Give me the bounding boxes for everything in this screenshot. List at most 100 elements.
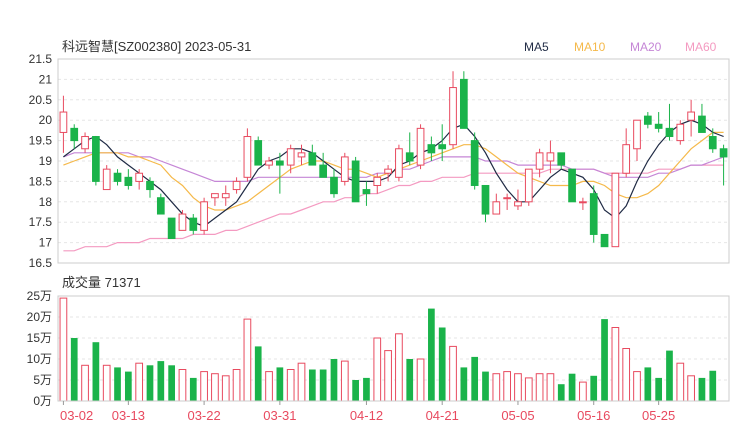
candle xyxy=(384,165,392,182)
volume-y-tick-label: 20万 xyxy=(27,310,52,324)
candle xyxy=(265,156,273,170)
volume-bar xyxy=(200,371,208,402)
candle-body xyxy=(654,123,663,129)
volume-bar xyxy=(81,364,89,402)
volume-y-tick-label: 0万 xyxy=(33,394,52,408)
price-y-tick-label: 20.5 xyxy=(29,93,53,107)
volume-bar xyxy=(232,369,241,402)
candle-body xyxy=(351,160,360,203)
candle-body xyxy=(427,144,436,154)
candle-body xyxy=(189,217,198,231)
volume-bar xyxy=(254,346,262,401)
volume-bar xyxy=(655,377,663,401)
volume-bar xyxy=(535,373,544,402)
volume-bar xyxy=(482,371,489,401)
volume-bar xyxy=(178,369,187,402)
candle xyxy=(135,169,144,190)
candle xyxy=(654,112,663,133)
candle xyxy=(156,193,165,215)
volume-bar xyxy=(59,297,68,402)
candle xyxy=(113,169,122,186)
volume-bar xyxy=(611,327,620,402)
volume-bar xyxy=(363,377,370,401)
volume-bar xyxy=(114,367,121,401)
volume-bar xyxy=(503,371,511,402)
volume-bar xyxy=(189,377,197,401)
price-y-tick-label: 18.5 xyxy=(29,174,53,188)
candle-body xyxy=(687,111,695,121)
candle-body xyxy=(449,87,457,146)
volume-bar xyxy=(168,365,175,401)
candle-body xyxy=(503,197,511,200)
candle-body xyxy=(200,201,208,231)
candle xyxy=(622,128,631,178)
volume-bar xyxy=(709,370,717,401)
candle xyxy=(698,103,706,133)
candle-body xyxy=(438,144,447,150)
candle-body xyxy=(535,152,544,170)
candle xyxy=(589,185,598,243)
candle-body xyxy=(232,180,241,191)
volume-bar xyxy=(406,359,414,401)
date-axis: 03-02 03-13 03-22 03-31 04-12 04-21 05-05 05-16… xyxy=(60,401,675,423)
legend-ma60: MA60 xyxy=(685,40,717,54)
volume-bar xyxy=(460,367,468,401)
candle xyxy=(643,112,652,129)
candle-body xyxy=(319,164,328,178)
volume-chart-title: 成交量 71371 xyxy=(62,275,141,290)
candle-body xyxy=(622,144,631,174)
date-tick-label: 04-21 xyxy=(426,408,459,423)
candle xyxy=(221,185,230,206)
date-tick-label: 03-02 xyxy=(60,408,93,423)
candle xyxy=(546,140,555,174)
date-tick-label: 04-12 xyxy=(350,408,383,423)
candle xyxy=(102,165,111,191)
legend-ma20: MA20 xyxy=(630,40,662,54)
date-tick-label: 05-25 xyxy=(642,408,675,423)
candle xyxy=(568,168,576,203)
volume-bar xyxy=(265,371,273,402)
price-y-tick-label: 21 xyxy=(39,72,53,86)
candle xyxy=(492,193,501,215)
volume-bar xyxy=(579,381,587,402)
price-y-tick-label: 19.5 xyxy=(29,134,53,148)
candle-body xyxy=(514,201,522,207)
volume-bar xyxy=(221,375,230,402)
volume-y-tick-label: 10万 xyxy=(27,352,52,366)
candle-body xyxy=(568,168,576,203)
volume-bar xyxy=(666,350,673,401)
candle xyxy=(395,144,403,182)
candle-body xyxy=(492,201,501,215)
candle xyxy=(254,136,263,166)
candle-body xyxy=(676,123,685,142)
volume-bar xyxy=(243,318,252,402)
price-y-tick-label: 16.5 xyxy=(29,256,53,270)
volume-bar xyxy=(601,319,608,401)
volume-bar xyxy=(297,362,306,402)
date-tick-label: 03-13 xyxy=(112,408,145,423)
volume-bar xyxy=(319,369,327,401)
candle-body xyxy=(611,172,620,248)
candle-body xyxy=(124,176,133,186)
candle-body xyxy=(698,115,706,133)
candle-body xyxy=(719,148,728,158)
candle-body xyxy=(546,152,555,162)
volume-bar xyxy=(211,373,219,402)
candle xyxy=(211,193,219,206)
candle xyxy=(687,99,695,137)
candle-body xyxy=(308,152,317,166)
candle-body xyxy=(384,168,392,174)
candle-body xyxy=(557,152,566,166)
price-y-tick-label: 21.5 xyxy=(29,52,53,66)
candle-body xyxy=(330,176,338,195)
candle-body xyxy=(254,140,263,166)
candle xyxy=(286,144,295,174)
candle-body xyxy=(459,78,468,129)
date-tick-label: 05-16 xyxy=(577,408,610,423)
candle-body xyxy=(135,172,144,182)
candle xyxy=(470,132,479,190)
candle xyxy=(579,197,587,210)
candle xyxy=(189,214,198,235)
candle xyxy=(124,169,133,190)
candle xyxy=(633,119,641,161)
